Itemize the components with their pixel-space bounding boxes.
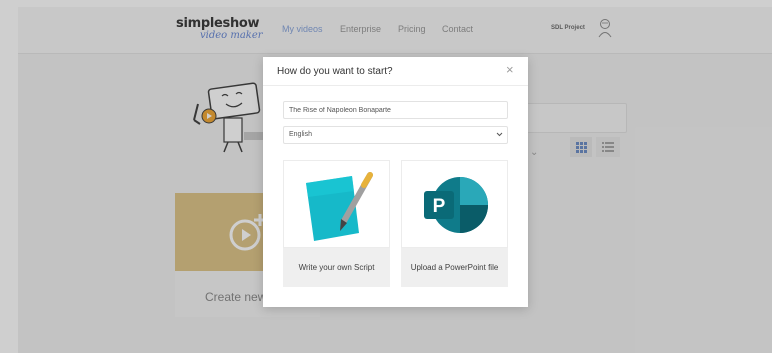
language-select[interactable]: English — [283, 126, 508, 144]
dialog-header: How do you want to start? × — [263, 57, 528, 86]
powerpoint-icon: P — [424, 177, 488, 233]
write-script-label: Write your own Script — [298, 263, 375, 272]
upload-powerpoint-image: P — [401, 160, 508, 248]
svg-text:P: P — [433, 196, 446, 217]
start-dialog: How do you want to start? × English Writ… — [263, 57, 528, 307]
write-script-image — [283, 160, 390, 248]
upload-powerpoint-label: Upload a PowerPoint file — [410, 263, 499, 272]
paper-pen-icon — [306, 172, 373, 241]
write-script-option[interactable]: Write your own Script — [283, 160, 390, 287]
video-title-input[interactable] — [283, 101, 508, 119]
close-icon[interactable]: × — [506, 62, 514, 77]
chevron-down-icon — [496, 132, 503, 137]
upload-powerpoint-option[interactable]: P Upload a PowerPoint file — [401, 160, 508, 287]
dialog-title: How do you want to start? — [277, 66, 393, 77]
language-value: English — [289, 131, 312, 138]
